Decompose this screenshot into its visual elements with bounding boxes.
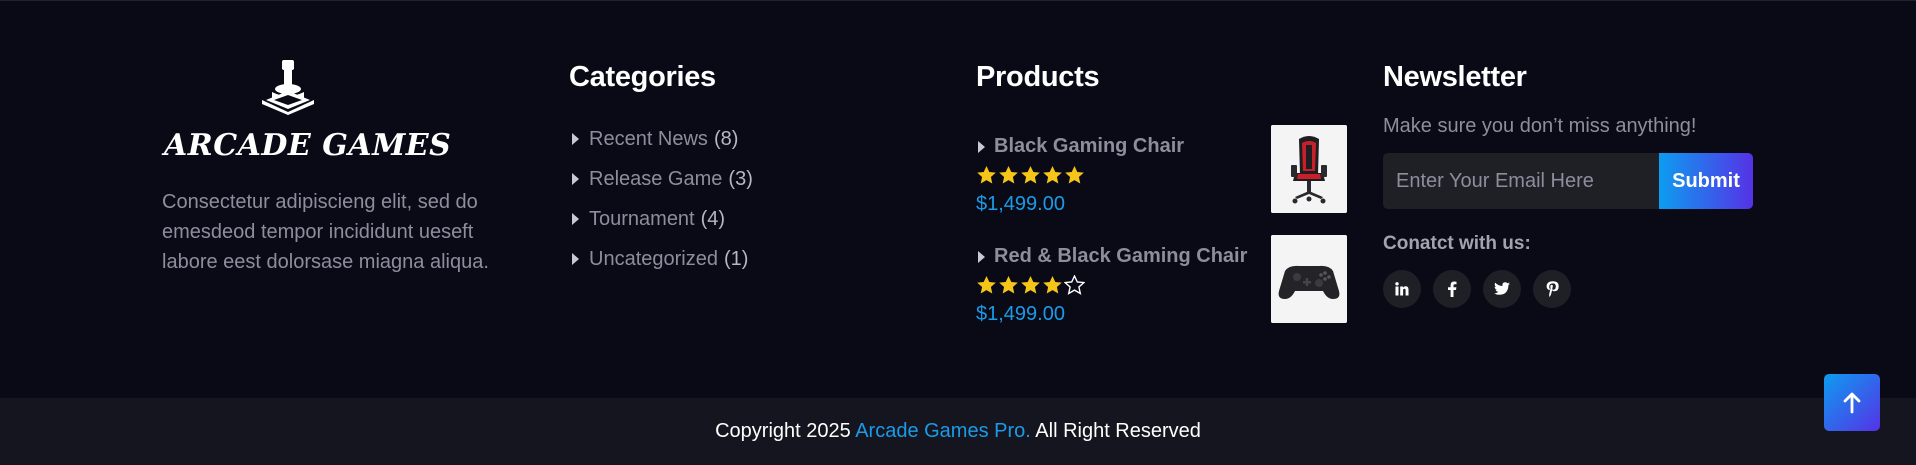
submit-button[interactable]: Submit: [1659, 153, 1753, 209]
category-item-release-game[interactable]: Release Game (3): [569, 159, 899, 199]
product-item: Black Gaming Chair $1,499.00: [976, 125, 1356, 235]
star-filled-icon: [1021, 276, 1040, 294]
caret-right-icon: [572, 133, 579, 145]
star-empty-icon: [1064, 275, 1085, 295]
product-name: Red & Black Gaming Chair: [994, 245, 1248, 267]
brand-link[interactable]: Arcade Games Pro.: [855, 420, 1031, 442]
category-item-uncategorized[interactable]: Uncategorized (1): [569, 239, 899, 279]
star-filled-icon: [999, 276, 1018, 294]
newsletter-text: Make sure you don’t miss anything!: [1383, 115, 1697, 137]
game-controller-image[interactable]: [1271, 235, 1347, 323]
joystick-icon: [262, 60, 314, 115]
product-rating: [976, 165, 1085, 186]
gaming-chair-icon: [1271, 125, 1347, 213]
pinterest-icon[interactable]: [1533, 270, 1571, 308]
copyright-suffix: All Right Reserved: [1035, 420, 1201, 442]
newsletter-form: Submit: [1383, 153, 1753, 209]
product-rating: [976, 275, 1085, 296]
logo-text: ARCADE GAMES: [164, 128, 452, 163]
category-item-recent-news[interactable]: Recent News (8): [569, 119, 899, 159]
about-column: ARCADE GAMES Consectetur adipiscieng eli…: [162, 1, 492, 277]
star-filled-icon: [1043, 276, 1062, 294]
linkedin-icon[interactable]: [1383, 270, 1421, 308]
category-label: Recent News: [589, 127, 708, 150]
product-price: $1,499.00: [976, 193, 1065, 215]
product-price: $1,499.00: [976, 303, 1065, 325]
scroll-to-top-button[interactable]: [1824, 374, 1880, 431]
copyright-prefix: Copyright 2025: [715, 420, 851, 442]
site-logo[interactable]: ARCADE GAMES: [162, 57, 451, 167]
categories-list: Recent News (8) Release Game (3) Tournam…: [569, 119, 899, 279]
caret-right-icon: [978, 140, 985, 153]
category-count: (4): [700, 207, 726, 230]
footer-main: ARCADE GAMES Consectetur adipiscieng eli…: [0, 0, 1916, 398]
caret-right-icon: [572, 253, 579, 265]
category-item-tournament[interactable]: Tournament (4): [569, 199, 899, 239]
social-links: [1383, 270, 1763, 308]
email-input[interactable]: [1383, 153, 1659, 209]
about-description: Consectetur adipiscieng elit, sed do eme…: [162, 191, 489, 273]
star-filled-icon: [977, 276, 996, 294]
newsletter-title: Newsletter: [1383, 61, 1527, 93]
products-title: Products: [976, 61, 1100, 93]
categories-title: Categories: [569, 61, 716, 93]
arrow-up-icon: [1843, 392, 1861, 413]
caret-right-icon: [572, 213, 579, 225]
category-count: (1): [723, 247, 749, 270]
twitter-icon[interactable]: [1483, 270, 1521, 308]
copyright-text: Copyright 2025 Arcade Games Pro. All Rig…: [715, 420, 1201, 443]
product-item: Red & Black Gaming Chair $1,499.00: [976, 235, 1356, 345]
category-label: Uncategorized: [589, 247, 718, 270]
star-filled-icon: [977, 166, 996, 184]
star-filled-icon: [1065, 166, 1084, 184]
category-count: (3): [728, 167, 753, 190]
game-controller-icon: [1271, 235, 1347, 323]
caret-right-icon: [572, 173, 579, 185]
products-column: Products Black Gaming Chair $1,499.00 Re…: [976, 1, 1356, 345]
categories-column: Categories Recent News (8) Release Game …: [569, 1, 899, 279]
category-label: Tournament: [589, 207, 695, 230]
product-name: Black Gaming Chair: [994, 135, 1185, 157]
star-filled-icon: [1043, 166, 1062, 184]
connect-title: Conatct with us:: [1383, 233, 1531, 254]
newsletter-column: Newsletter Make sure you don’t miss anyt…: [1383, 1, 1763, 308]
caret-right-icon: [978, 250, 985, 263]
product-link[interactable]: Black Gaming Chair: [976, 135, 1184, 158]
facebook-icon[interactable]: [1433, 270, 1471, 308]
category-label: Release Game: [589, 167, 723, 190]
star-filled-icon: [1021, 166, 1040, 184]
product-link[interactable]: Red & Black Gaming Chair: [976, 245, 1247, 268]
category-count: (8): [713, 127, 739, 150]
footer-bottom-bar: Copyright 2025 Arcade Games Pro. All Rig…: [0, 398, 1916, 465]
gaming-chair-image[interactable]: [1271, 125, 1347, 213]
star-filled-icon: [999, 166, 1018, 184]
